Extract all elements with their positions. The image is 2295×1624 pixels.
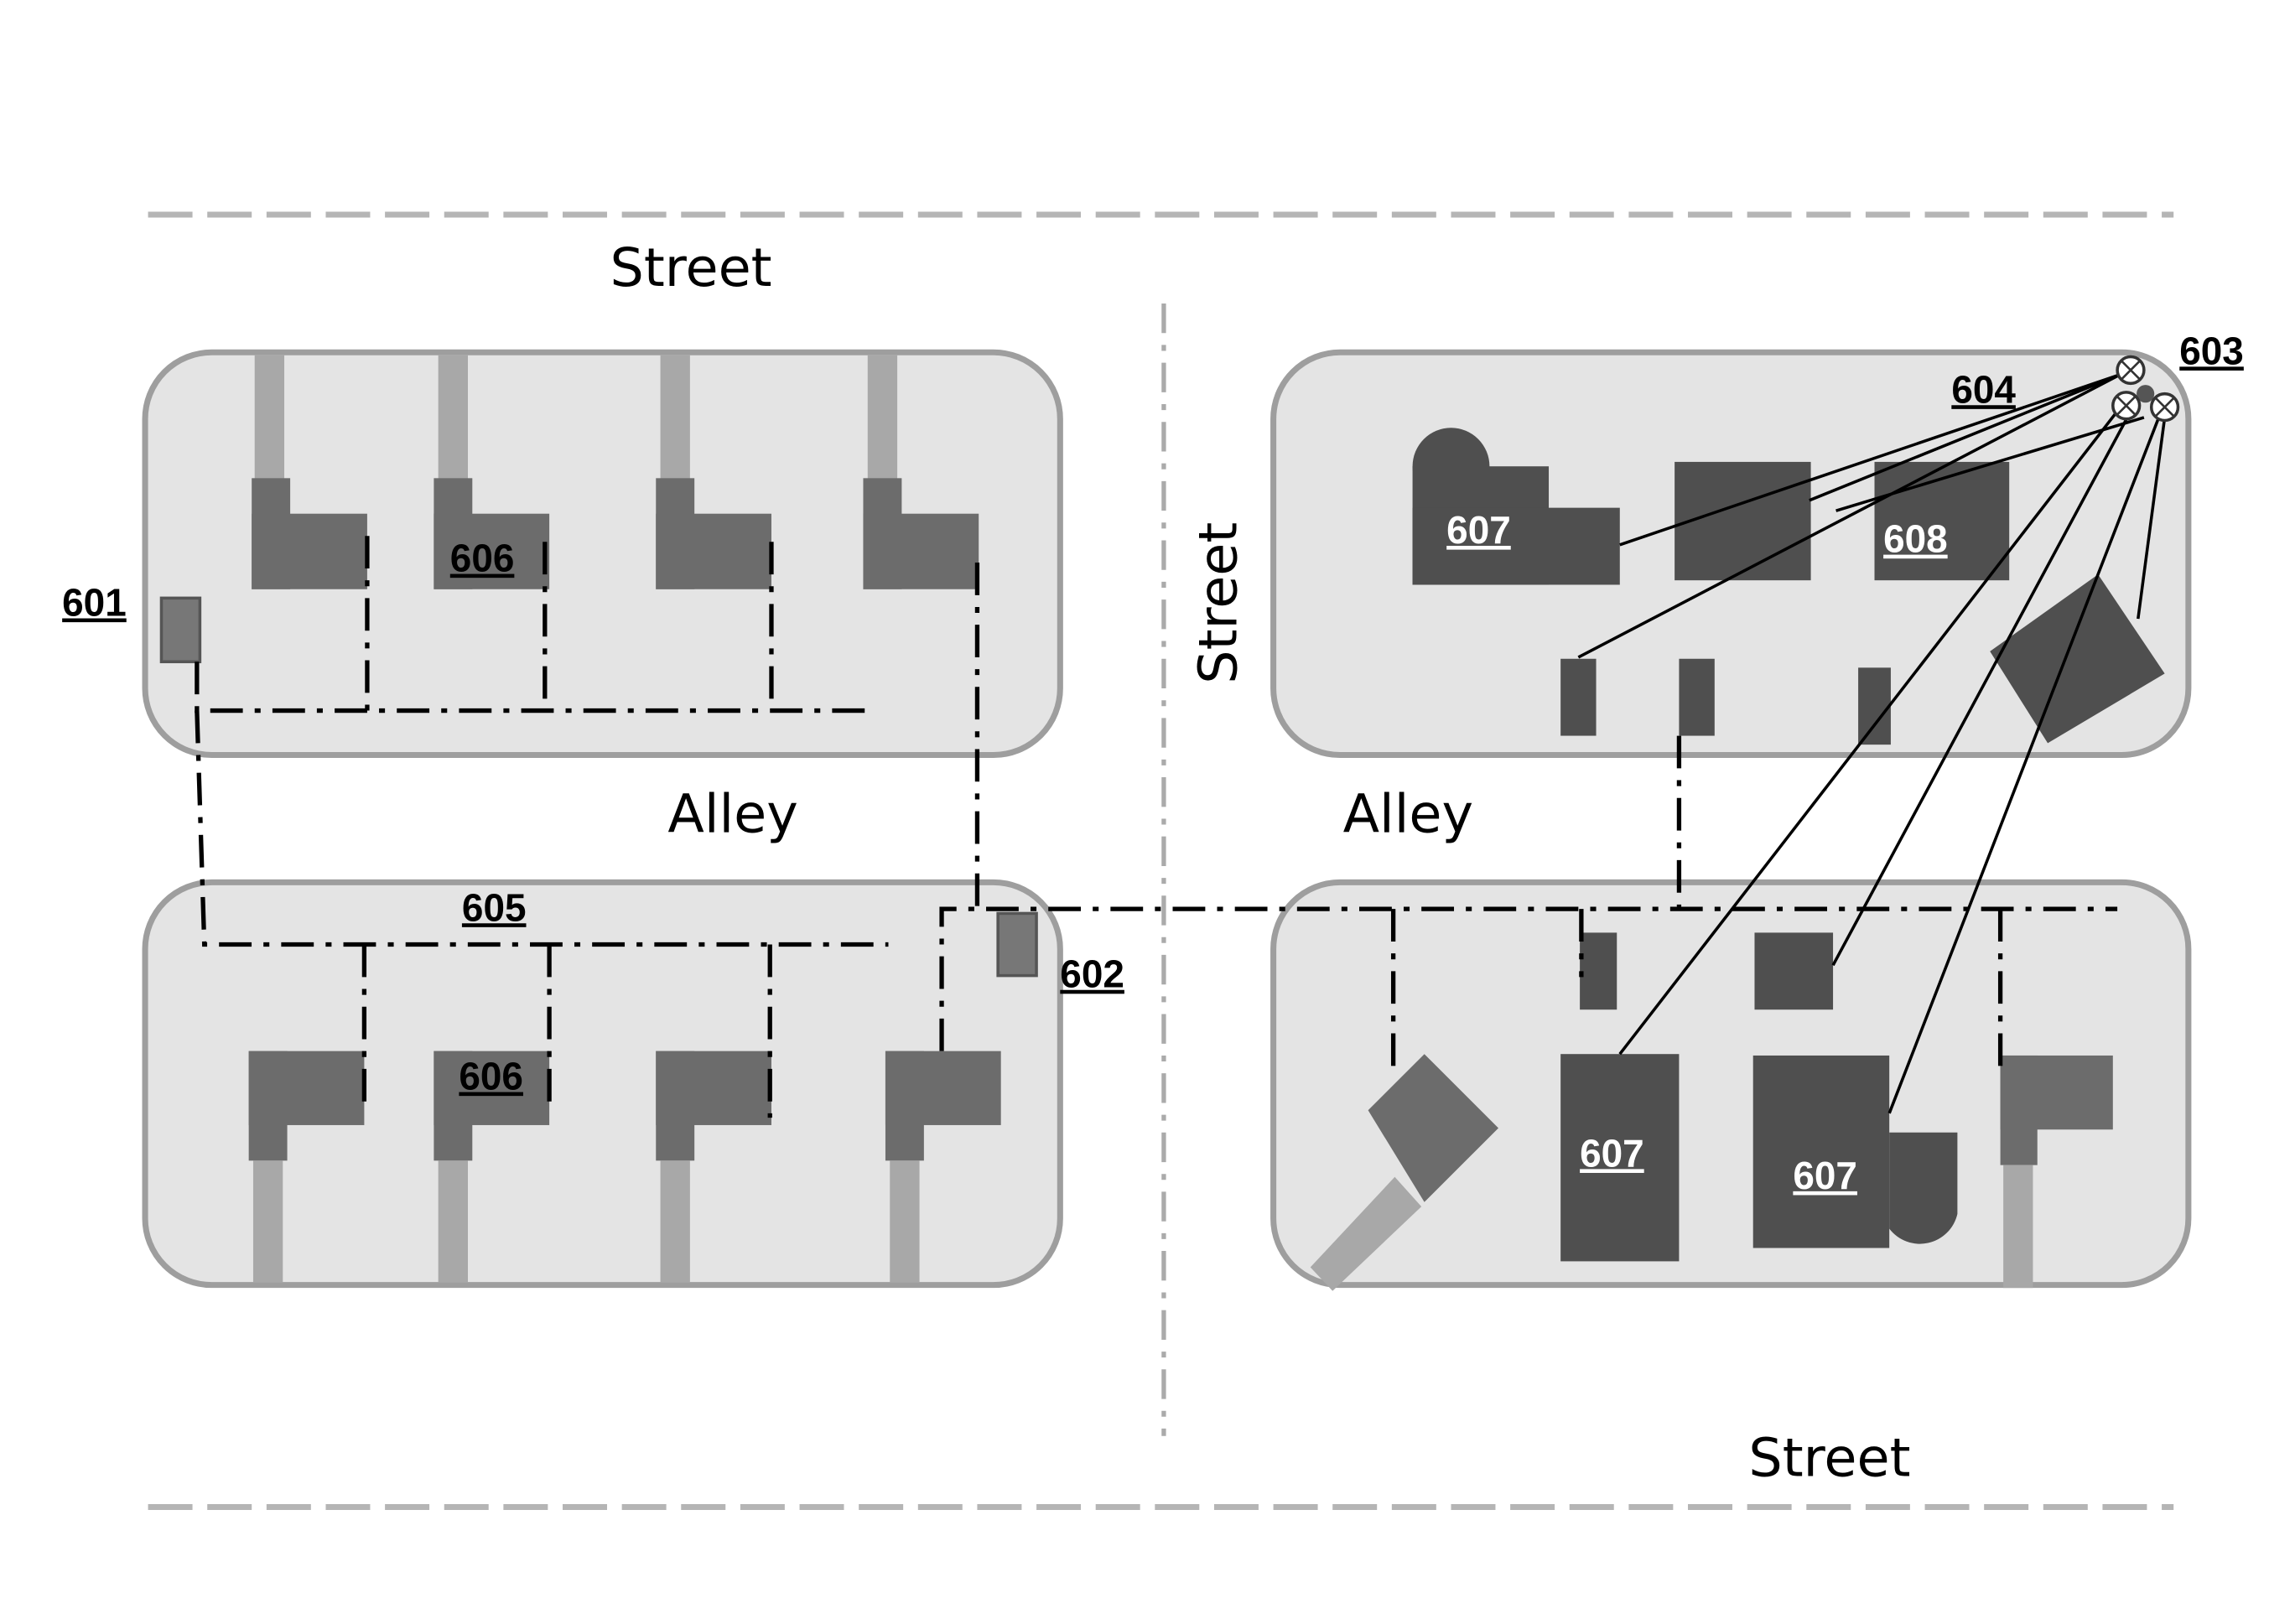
node-x-icon (2116, 355, 2146, 386)
ref-603: 603 (2179, 329, 2244, 372)
shed-1 (1560, 658, 1597, 736)
street-label-bottom: Street (1748, 1426, 1910, 1488)
shed-3 (1858, 667, 1891, 745)
ref-605: 605 (462, 885, 527, 929)
ref-606-bottom: 606 (459, 1055, 523, 1098)
ref-607-top: 607 (1446, 508, 1511, 552)
ref-604: 604 (1951, 367, 2016, 411)
alley-label-right: Alley (1343, 782, 1474, 844)
street-label-top: Street (610, 236, 772, 298)
building-middle-top (1675, 461, 1811, 581)
small-building-2 (1754, 932, 1834, 1010)
ref-607-bottom-a: 607 (1580, 1131, 1644, 1175)
ref-601: 601 (62, 581, 127, 625)
small-building-1 (1580, 932, 1617, 1010)
node-x-icon (2149, 392, 2180, 423)
utility-box-601 (159, 596, 202, 664)
alley-label-left: Alley (667, 782, 798, 844)
ref-608: 608 (1883, 517, 1948, 561)
ref-602: 602 (1060, 952, 1124, 996)
ref-606-top: 606 (450, 537, 515, 580)
utility-box-602 (996, 911, 1038, 978)
shed-2 (1679, 658, 1715, 736)
street-label-middle: Street (1186, 522, 1249, 684)
neighborhood-network-diagram: Street Street Street Alley Alley 601 602… (62, 211, 2244, 1511)
ref-607-bottom-b: 607 (1793, 1154, 1857, 1197)
node-x-icon (2111, 391, 2142, 421)
